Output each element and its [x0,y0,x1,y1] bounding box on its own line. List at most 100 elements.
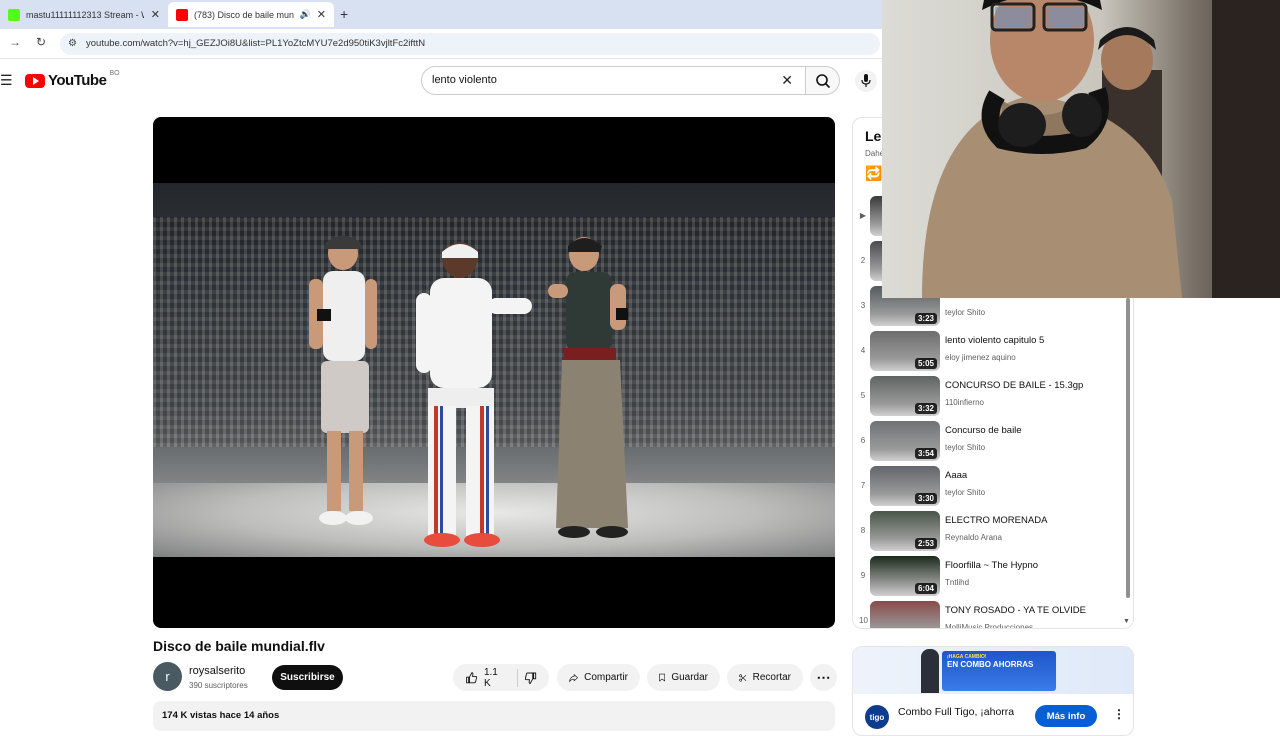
browser-tab-kick[interactable]: mastu11111112313 Stream - W ✕ [0,2,168,27]
video-title: Disco de baile mundial.flv [153,638,325,654]
playlist-item-number: 5 [860,391,866,400]
youtube-play-icon [25,73,45,88]
tab-label: mastu11111112313 Stream - W [26,9,144,20]
ad-banner: ¡HAGA CAMBIO! EN COMBO AHORRAS [942,651,1056,691]
browser-tab-youtube[interactable]: (783) Disco de baile mundia 🔊 ✕ [168,2,334,27]
playlist-item[interactable]: 6 3:54 Concurso de baile teylor Shito [853,419,1123,464]
playlist-item-number: 9 [860,571,866,580]
playlist-item-duration: 5:05 [914,358,937,369]
playlist-item-channel: teylor Shito [945,308,986,317]
playlist-item-number: ▶ [859,211,867,220]
search-input[interactable]: lento violento ✕ [421,66,806,95]
clip-label: Recortar [752,672,791,683]
playlist-item-thumbnail: 3:54 [870,421,940,461]
like-button[interactable]: 1.1 K [465,667,503,689]
reload-icon[interactable]: ↻ [36,35,46,49]
video-frame [153,183,835,557]
playlist-item-title: CONCURSO DE BAILE - 15.3gp [945,380,1084,391]
voice-search-button[interactable] [855,70,877,92]
youtube-logo[interactable]: YouTube BO [25,70,120,89]
playlist-item-title: Concurso de baile [945,425,1022,436]
country-code: BO [109,70,120,77]
kick-favicon-icon [8,8,20,21]
playlist-item-channel: 110infierno [945,398,984,407]
save-label: Guardar [671,672,708,683]
scissors-icon [739,673,747,682]
playlist-item-title: lento violento capitulo 5 [945,335,1045,346]
ad-person-figure [921,649,939,693]
playlist-item[interactable]: 8 2:53 ELECTRO MORENADA Reynaldo Arana [853,509,1123,554]
playlist-item[interactable]: 5 3:32 CONCURSO DE BAILE - 15.3gp 110infier… [853,374,1123,419]
playlist-item-thumbnail: 5:05 [870,331,940,371]
tab-label: (783) Disco de baile mundia [194,9,294,20]
ad-banner-line2: EN COMBO AHORRAS [947,660,1034,669]
playlist-item-thumbnail: 7:33 [870,601,940,629]
playlist-item-channel: eloy jimenez aquino [945,353,1016,362]
playlist-item-channel: teylor Shito [945,443,986,452]
microphone-icon [861,74,871,87]
ad-text[interactable]: Combo Full Tigo, ¡ahorra [898,706,1014,718]
subscribe-button[interactable]: Suscribirse [272,665,343,690]
dancer-left-figure [309,235,377,525]
playlist-item-channel: Tntlihd [945,578,970,587]
search-button[interactable] [806,66,840,95]
playlist-item-channel: teylor Shito [945,488,986,497]
playlist-item-duration: 3:23 [914,313,937,324]
speaker-icon[interactable]: 🔊 [300,9,311,20]
ad-menu-icon[interactable]: ⋮ [1113,707,1125,721]
playlist-item[interactable]: 9 6:04 Floorfilla ~ The Hypno Tntlihd [853,554,1123,599]
avatar-initial: r [165,669,170,684]
clear-search-icon[interactable]: ✕ [781,67,793,94]
playlist-item-number: 4 [860,346,866,355]
ad-logo[interactable]: tigo [865,705,889,729]
playlist-item-thumbnail: 3:30 [870,466,940,506]
playlist-scrollbar[interactable] [1126,298,1130,598]
playlist-item-title: ELECTRO MORENADA [945,515,1048,526]
playlist-item-number: 2 [860,256,866,265]
subscriber-count: 390 suscriptores [189,681,248,690]
share-icon [569,673,578,683]
playlist-item-duration: 3:30 [914,493,937,504]
playlist-item-title: Floorfilla ~ The Hypno [945,560,1039,571]
playlist-item-title: Aaaa [945,470,968,481]
address-bar-row: → ↻ ⚙ youtube.com/watch?v=hj_GEZJOi8U&li… [0,29,882,59]
channel-avatar[interactable]: r [153,662,182,691]
close-tab-icon[interactable]: ✕ [151,8,160,21]
menu-icon[interactable]: ☰ [0,72,13,89]
playlist-item-thumbnail: 2:53 [870,511,940,551]
description-box[interactable]: 174 K vistas hace 14 años [153,701,835,731]
save-button[interactable]: Guardar [647,664,720,691]
like-dislike-group: 1.1 K [453,664,549,691]
youtube-favicon-icon [176,8,188,21]
playlist-item[interactable]: 4 5:05 lento violento capitulo 5 eloy jimen… [853,329,1123,374]
new-tab-button[interactable]: + [340,6,348,22]
loop-icon[interactable]: 🔁 [865,165,882,182]
video-player[interactable] [153,117,835,628]
ad-logo-text: tigo [869,712,885,722]
webcam-person-figure [922,0,1280,298]
channel-name[interactable]: roysalserito [189,665,245,677]
playlist-item-duration: 6:04 [914,583,937,594]
share-button[interactable]: Compartir [557,664,640,691]
playlist-item-thumbnail: 3:32 [870,376,940,416]
close-tab-icon[interactable]: ✕ [317,8,326,21]
playlist-item-number: 3 [860,301,866,310]
playlist-item-duration: 7:33 [915,628,937,629]
ad-card[interactable]: ¡HAGA CAMBIO! EN COMBO AHORRAS tigo Comb… [852,646,1134,736]
playlist-item[interactable]: 10 7:33 TONY ROSADO - YA TE OLVIDE MolliMus… [853,599,1123,629]
ad-image: ¡HAGA CAMBIO! EN COMBO AHORRAS [853,647,1133,694]
more-actions-icon[interactable]: ⋯ [810,664,837,691]
search-value: lento violento [432,74,497,86]
scroll-down-arrow-icon[interactable]: ▼ [1123,618,1130,625]
like-count: 1.1 K [483,666,498,689]
playlist-item-number: 10 [859,616,868,625]
ad-more-info-button[interactable]: Más info [1035,705,1097,727]
playlist-item-number: 8 [860,526,866,535]
thumbs-down-icon[interactable] [524,670,537,686]
logo-text: YouTube [48,72,107,89]
clip-button[interactable]: Recortar [727,664,803,691]
playlist-item[interactable]: 7 3:30 Aaaa teylor Shito [853,464,1123,509]
site-settings-icon[interactable]: ⚙ [68,33,77,55]
forward-icon[interactable]: → [9,35,21,49]
url-field[interactable]: ⚙ youtube.com/watch?v=hj_GEZJOi8U&list=P… [60,33,880,55]
